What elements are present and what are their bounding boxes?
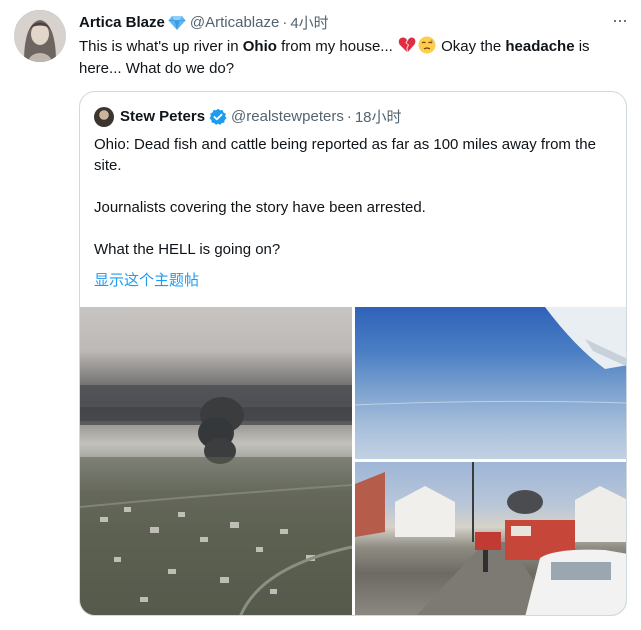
quoted-paragraph: Journalists covering the story have been… bbox=[94, 199, 426, 216]
separator-dot: · bbox=[346, 108, 352, 125]
more-options-button[interactable]: ··· bbox=[612, 10, 628, 31]
diamond-badge-icon bbox=[168, 15, 186, 31]
separator-dot: · bbox=[282, 14, 288, 31]
bold-headache: headache bbox=[505, 38, 575, 55]
tweet-text-part: from my house... bbox=[276, 38, 397, 55]
airplane-window-sky-photo[interactable] bbox=[355, 307, 626, 459]
hashtag-ohio: Ohio bbox=[242, 38, 277, 55]
quoted-author-name[interactable]: Stew Peters bbox=[120, 108, 205, 125]
tweet-text-part: Okay the bbox=[436, 38, 506, 55]
quoted-tweet-text: Ohio: Dead fish and cattle being reporte… bbox=[94, 134, 614, 260]
quoted-paragraph: Ohio: Dead fish and cattle being reporte… bbox=[94, 136, 596, 174]
quoted-tweet[interactable]: Stew Peters @realstewpeters · 18小时 Ohio:… bbox=[79, 91, 627, 616]
quoted-author-handle[interactable]: @realstewpeters bbox=[231, 108, 344, 125]
weary-face-emoji bbox=[418, 36, 436, 54]
broken-heart-emoji bbox=[398, 36, 416, 54]
avatar-portrait bbox=[14, 10, 66, 62]
tweet[interactable]: Artica Blaze @Articablaze · 4小时 ··· This… bbox=[0, 0, 641, 630]
street-emergency-vehicles-photo[interactable] bbox=[355, 462, 626, 615]
avatar[interactable] bbox=[14, 10, 66, 62]
smoke-plume-over-town-photo[interactable] bbox=[80, 307, 352, 615]
street-scene-illustration bbox=[355, 462, 626, 615]
quoted-paragraph: What the HELL is going on? bbox=[94, 241, 281, 258]
quoted-avatar[interactable] bbox=[94, 106, 114, 127]
show-thread-link[interactable]: 显示这个主题帖 bbox=[94, 269, 199, 290]
verified-badge-icon bbox=[209, 108, 227, 126]
quoted-timestamp[interactable]: 18小时 bbox=[355, 106, 402, 127]
airplane-wing-illustration bbox=[355, 307, 626, 406]
quoted-tweet-header: Stew Peters @realstewpeters · 18小时 bbox=[94, 106, 402, 127]
tweet-header: Artica Blaze @Articablaze · 4小时 bbox=[79, 12, 329, 33]
tweet-text-part: This is what's up river in bbox=[79, 38, 243, 55]
timestamp[interactable]: 4小时 bbox=[290, 12, 328, 33]
media-grid bbox=[80, 307, 626, 615]
author-handle[interactable]: @Articablaze bbox=[190, 14, 279, 31]
author-name[interactable]: Artica Blaze bbox=[79, 14, 165, 31]
tweet-text: This is what's up river in Ohio from my … bbox=[79, 36, 629, 80]
smoke-plume-illustration bbox=[80, 385, 352, 615]
